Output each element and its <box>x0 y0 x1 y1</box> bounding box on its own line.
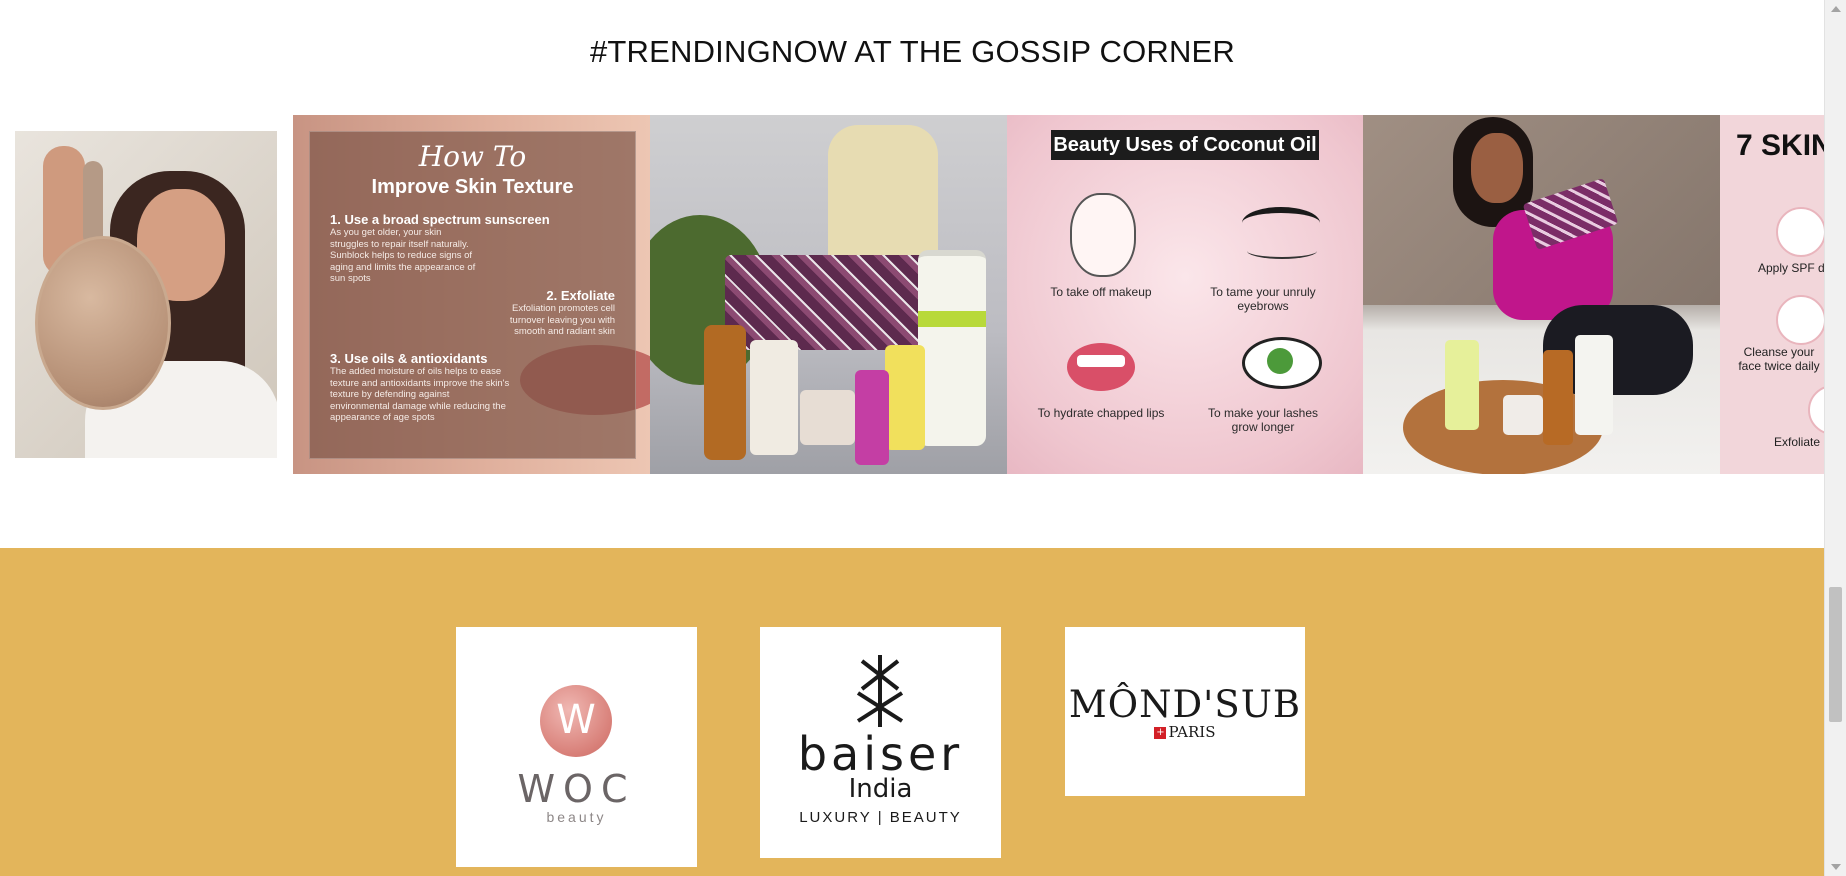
brand-card-baiser[interactable]: baiser India LUXURY | BEAUTY <box>760 627 1001 858</box>
step3-text: The added moisture of oils helps to ease… <box>330 366 510 423</box>
seven-skin-item-2: Cleanse your face twice daily <box>1738 345 1820 373</box>
gallery-image-seven-skin-tips[interactable]: 7 SKIN Apply SPF d Cleanse your face twi… <box>1720 115 1825 474</box>
sunscreen-icon <box>1776 207 1825 257</box>
page-scrollbar[interactable] <box>1824 0 1846 876</box>
gallery-image-round-pouch[interactable] <box>15 131 277 458</box>
photo-oil-bottle <box>704 325 746 460</box>
brand-card-mondsub[interactable]: MÔND'SUB + PARIS <box>1065 627 1305 796</box>
baiser-brand-sub: LUXURY | BEAUTY <box>799 809 962 826</box>
scroll-down-arrow-icon[interactable] <box>1831 864 1841 870</box>
exfoliate-icon <box>1808 385 1825 435</box>
photo-product <box>1445 340 1479 430</box>
coconut-use-3: To hydrate chapped lips <box>1037 406 1165 420</box>
swiss-flag-icon: + <box>1154 727 1167 739</box>
seven-skin-title: 7 SKIN <box>1736 129 1825 162</box>
skin-texture-panel: How To Improve Skin Texture 1. Use a bro… <box>309 131 636 459</box>
step2-text: Exfoliation promotes cell turnover leavi… <box>509 303 615 337</box>
makeup-face-icon <box>1070 193 1136 277</box>
lips-icon <box>1067 343 1135 391</box>
woc-brand-name: WOC <box>517 767 636 811</box>
woc-brand-sub: beauty <box>546 809 607 825</box>
photo-pink-bottle <box>855 370 889 465</box>
cleanse-face-icon <box>1776 295 1825 345</box>
mondsub-brand-name: MÔND'SUB <box>1068 683 1302 726</box>
step3-title: 3. Use oils & antioxidants <box>330 351 488 366</box>
step1-text: As you get older, your skin struggles to… <box>330 227 476 284</box>
scrollbar-thumb[interactable] <box>1829 587 1842 722</box>
photo-product <box>1543 350 1573 445</box>
gallery-image-products[interactable] <box>650 115 1007 474</box>
baiser-brand-name: baiser <box>797 727 964 781</box>
step2-title: 2. Exfoliate <box>546 288 615 303</box>
photo-face <box>1471 133 1523 203</box>
woc-logo-icon: W <box>540 685 612 757</box>
gallery-image-person-with-clutch[interactable] <box>1363 115 1720 474</box>
skin-texture-script-title: How To <box>418 140 527 173</box>
brand-partners-section: W WOC beauty baiser India LUXURY | BEAUT… <box>0 548 1825 876</box>
photo-jar <box>800 390 855 445</box>
gallery-image-skin-texture[interactable]: How To Improve Skin Texture 1. Use a bro… <box>293 115 650 474</box>
brand-card-woc[interactable]: W WOC beauty <box>456 627 697 867</box>
mondsub-brand-sub: PARIS <box>1168 723 1216 741</box>
baiser-logo-icon <box>856 655 904 727</box>
seven-skin-item-1: Apply SPF d <box>1758 261 1825 275</box>
eyebrow-eye-line <box>1247 243 1317 259</box>
photo-yellow-tube <box>885 345 925 450</box>
photo-cream-tube <box>750 340 798 455</box>
coconut-use-2: To tame your unruly eyebrows <box>1210 285 1316 313</box>
photo-product <box>1503 395 1543 435</box>
skin-texture-title: Improve Skin Texture <box>371 176 574 198</box>
photo-round-pouch <box>35 236 171 410</box>
coconut-title: Beauty Uses of Coconut Oil <box>1051 130 1319 160</box>
coconut-use-1: To take off makeup <box>1050 285 1152 299</box>
photo-pouch-strap <box>83 161 103 246</box>
instagram-gallery: How To Improve Skin Texture 1. Use a bro… <box>0 115 1825 474</box>
lips-teeth <box>1077 355 1125 367</box>
baiser-brand-line2: India <box>848 774 913 804</box>
mondsub-brand-sub-row: + PARIS <box>1065 723 1305 741</box>
photo-gel-tube <box>918 250 986 446</box>
seven-skin-item-3: Exfoliate <box>1774 435 1821 449</box>
woc-logo-letter: W <box>556 697 596 743</box>
photo-product <box>1575 335 1613 435</box>
eyebrow-icon <box>1242 207 1320 239</box>
scroll-up-arrow-icon[interactable] <box>1831 6 1841 12</box>
coconut-use-4: To make your lashes grow longer <box>1207 406 1319 434</box>
section-title: #TRENDINGNOW AT THE GOSSIP CORNER <box>589 34 1236 69</box>
lashes-iris <box>1267 348 1293 374</box>
step1-title: 1. Use a broad spectrum sunscreen <box>330 212 550 227</box>
gallery-image-coconut-oil[interactable]: Beauty Uses of Coconut Oil To take off m… <box>1007 115 1363 474</box>
